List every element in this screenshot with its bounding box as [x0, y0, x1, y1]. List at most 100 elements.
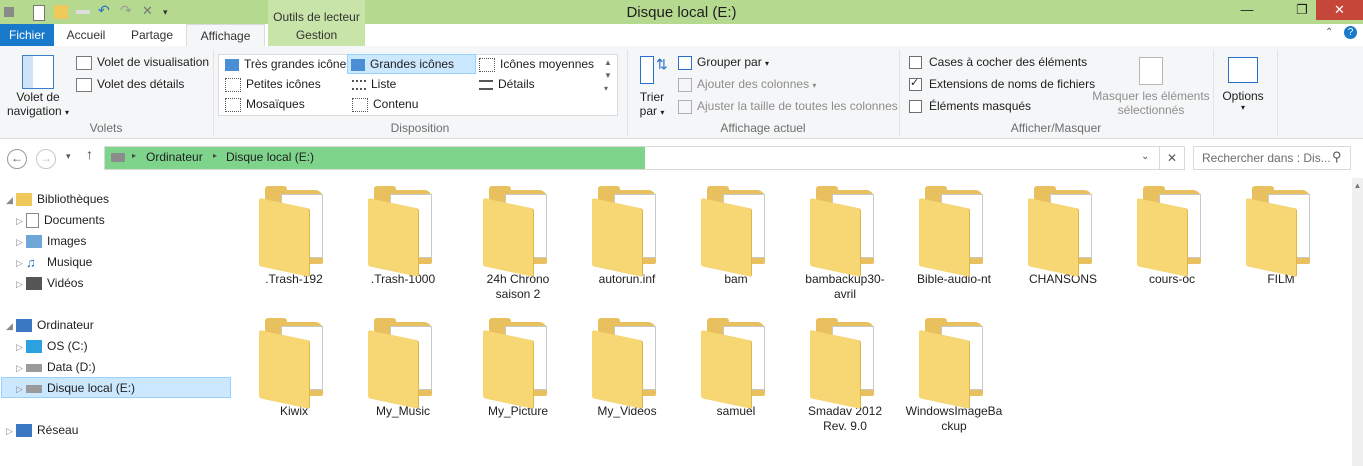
folder-item[interactable]: .Trash-192	[244, 184, 344, 287]
layout-tiles[interactable]: Mosaïques	[222, 95, 305, 113]
address-dropdown-icon[interactable]: ⌄	[1141, 151, 1149, 162]
tab-gestion[interactable]: Gestion	[268, 24, 365, 46]
folder-item[interactable]: samuel	[686, 316, 786, 419]
minimize-button[interactable]: —	[1234, 0, 1260, 20]
address-bar[interactable]: ▸ Ordinateur ▸ Disque local (E:) ⌄ ✕	[104, 146, 1185, 170]
tree-item-os[interactable]: ▷ OS (C:)	[16, 336, 88, 356]
collapsed-triangle-icon[interactable]: ▷	[16, 232, 26, 252]
tab-accueil[interactable]: Accueil	[58, 24, 114, 46]
tree-item-ordinateur[interactable]: ◢ Ordinateur	[6, 315, 94, 335]
tree-item-disque-local[interactable]: ▷ Disque local (E:)	[16, 378, 135, 398]
folder-item[interactable]: bam	[686, 184, 786, 287]
folder-item[interactable]: My_Picture	[468, 316, 568, 419]
folder-item[interactable]: cours-oc	[1122, 184, 1222, 287]
tree-item-musique[interactable]: ▷ ♫ Musique	[16, 252, 92, 272]
tree-label: Data (D:)	[47, 360, 96, 374]
folder-item[interactable]: autorun.inf	[577, 184, 677, 287]
stop-icon[interactable]: ✕	[1159, 147, 1184, 169]
collapse-ribbon-icon[interactable]: ⌃	[1325, 27, 1333, 38]
search-icon[interactable]: ⚲	[1332, 149, 1342, 165]
up-button[interactable]: ↑	[86, 146, 93, 162]
maximize-button[interactable]: ❐	[1289, 0, 1315, 20]
layout-small-icons[interactable]: Petites icônes	[222, 75, 321, 93]
tree-item-videos[interactable]: ▷ Vidéos	[16, 273, 83, 293]
collapsed-triangle-icon[interactable]: ▷	[16, 274, 26, 294]
collapsed-triangle-icon[interactable]: ▷	[16, 379, 26, 399]
collapsed-triangle-icon[interactable]: ▷	[6, 421, 16, 441]
fit-columns-button[interactable]: Ajuster la taille de toutes les colonnes	[678, 99, 898, 114]
rename-icon[interactable]	[76, 10, 90, 14]
layout-large-icons[interactable]: Grandes icônes	[347, 54, 476, 74]
sort-by-label-2: par	[639, 104, 657, 118]
expanded-triangle-icon[interactable]: ◢	[6, 190, 16, 210]
folder-item[interactable]: My_Music	[353, 316, 453, 419]
folder-item[interactable]: Kiwix	[244, 316, 344, 419]
collapsed-triangle-icon[interactable]: ▷	[16, 337, 26, 357]
forward-button[interactable]: →	[36, 149, 56, 169]
file-extensions-toggle[interactable]: Extensions de noms de fichiers	[909, 76, 1095, 92]
close-button[interactable]: ✕	[1316, 0, 1363, 20]
folder-item[interactable]: WindowsImageBackup	[904, 316, 1004, 434]
tree-item-documents[interactable]: ▷ Documents	[16, 210, 105, 230]
hidden-items-toggle[interactable]: Éléments masqués	[909, 99, 1031, 114]
collapsed-triangle-icon[interactable]: ▷	[16, 358, 26, 378]
tree-item-data[interactable]: ▷ Data (D:)	[16, 357, 96, 377]
properties-icon[interactable]	[33, 5, 45, 21]
search-input[interactable]: Rechercher dans : Dis... ⚲	[1193, 146, 1351, 170]
layout-details[interactable]: Détails	[476, 75, 535, 93]
delete-icon[interactable]: ✕	[142, 3, 156, 18]
folder-item[interactable]: Smadav 2012 Rev. 9.0	[795, 316, 895, 434]
breadcrumb-disque-local[interactable]: Disque local (E:)	[226, 150, 314, 164]
sort-by-button[interactable]: Trier par ▾	[630, 90, 674, 118]
tree-item-images[interactable]: ▷ Images	[16, 231, 86, 251]
help-icon[interactable]: ?	[1344, 26, 1357, 39]
expanded-triangle-icon[interactable]: ◢	[6, 316, 16, 336]
folder-item[interactable]: FILM	[1231, 184, 1331, 287]
layout-content[interactable]: Contenu	[349, 95, 418, 113]
preview-pane-button[interactable]: Volet de visualisation	[76, 55, 209, 70]
folder-item[interactable]: .Trash-1000	[353, 184, 453, 287]
undo-icon[interactable]: ↶	[98, 2, 112, 18]
collapsed-triangle-icon[interactable]: ▷	[16, 253, 26, 273]
folder-item[interactable]: bambackup30-avril	[795, 184, 895, 302]
layout-list[interactable]: Liste	[349, 75, 396, 93]
folder-item[interactable]: 24h Chrono saison 2	[468, 184, 568, 302]
redo-icon[interactable]: ↷	[120, 2, 134, 18]
new-folder-icon[interactable]	[54, 5, 68, 19]
gallery-scroll-icon[interactable]: ▲ ▼ ▾	[604, 56, 612, 95]
layout-medium-icons[interactable]: Icônes moyennes	[476, 55, 594, 73]
tree-label: Musique	[47, 255, 93, 269]
add-columns-button[interactable]: Ajouter des colonnes ▾	[678, 77, 816, 92]
item-checkboxes-toggle[interactable]: Cases à cocher des éléments	[909, 55, 1087, 70]
drive-icon	[26, 384, 42, 393]
item-checkboxes-checkbox[interactable]	[909, 56, 922, 70]
customize-qat-icon[interactable]: ▾	[163, 7, 177, 21]
layout-extra-large-icons[interactable]: Très grandes icônes	[222, 55, 352, 73]
breadcrumb-ordinateur[interactable]: Ordinateur	[146, 150, 203, 164]
folder-name: My_Music	[375, 404, 430, 418]
folder-item[interactable]: CHANSONS	[1013, 184, 1113, 287]
details-label: Détails	[498, 77, 535, 91]
options-button[interactable]: Options ▾	[1214, 89, 1272, 112]
tree-label: Images	[47, 234, 87, 248]
scroll-up-icon[interactable]: ▲	[1352, 181, 1363, 190]
collapsed-triangle-icon[interactable]: ▷	[16, 211, 26, 231]
recent-locations-icon[interactable]: ▾	[66, 151, 71, 162]
folder-item[interactable]: Bible-audio-nt	[904, 184, 1004, 287]
tree-item-bibliotheques[interactable]: ◢ Bibliothèques	[6, 189, 109, 209]
tab-fichier[interactable]: Fichier	[0, 24, 54, 46]
navigation-pane-button[interactable]: Volet de navigation ▾	[0, 90, 76, 118]
folder-name: .Trash-1000	[370, 272, 436, 286]
group-by-button[interactable]: Grouper par ▾	[678, 55, 769, 70]
tab-affichage[interactable]: Affichage	[186, 24, 265, 48]
back-button[interactable]: ←	[7, 149, 27, 169]
folder-item[interactable]: My_Videos	[577, 316, 677, 419]
vertical-scrollbar[interactable]: ▲	[1352, 178, 1363, 466]
hide-selected-button[interactable]: Masquer les éléments sélectionnés	[1092, 89, 1210, 117]
file-extensions-checkbox[interactable]	[909, 76, 922, 92]
tab-partage[interactable]: Partage	[124, 24, 180, 46]
details-pane-button[interactable]: Volet des détails	[76, 77, 184, 92]
hidden-items-checkbox[interactable]	[909, 100, 922, 114]
network-icon	[16, 424, 32, 438]
tree-item-reseau[interactable]: ▷ Réseau	[6, 420, 78, 440]
